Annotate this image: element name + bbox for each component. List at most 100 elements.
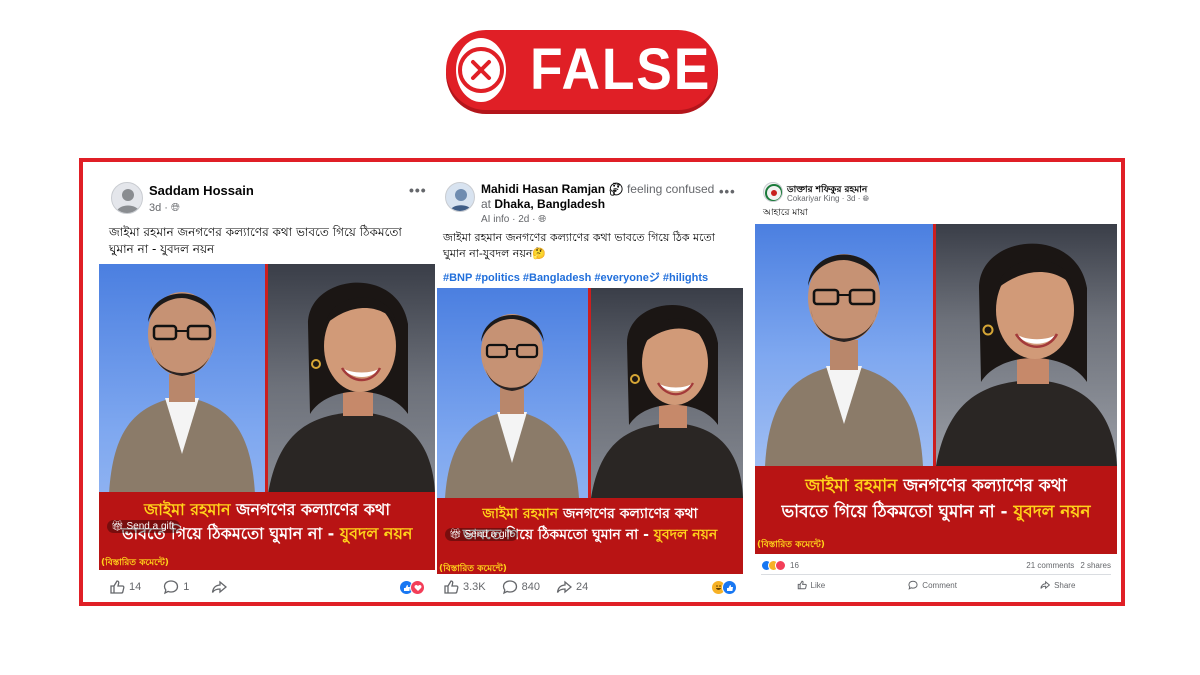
comment-icon xyxy=(908,580,918,590)
like-label: Like xyxy=(810,580,826,590)
details-note: (বিস্তারিত কমেন্টে) xyxy=(757,540,825,550)
time-label[interactable]: 2d xyxy=(518,214,529,225)
reactions[interactable] xyxy=(711,580,737,595)
like-icon xyxy=(797,580,807,590)
action-bar: 14 1 xyxy=(99,576,435,598)
post-text: জাইমা রহমান জনগণের কল্যাণের কথা ভাবতে গি… xyxy=(109,225,402,257)
share-button[interactable]: Share xyxy=(1040,580,1075,590)
share-icon xyxy=(1040,580,1051,590)
send-gift-button[interactable]: 🎁︎ Send a gift xyxy=(107,520,181,533)
post-doctor-shafiqur-rahman: ডাক্তার শফিকুর রহমান Cokariyar King · 3d… xyxy=(755,174,1117,602)
share-icon xyxy=(212,580,228,594)
details-note: (বিস্তারিত কমেন্টে) xyxy=(439,564,507,574)
action-bar: 3.3K 840 24 xyxy=(435,576,745,598)
author-line: Mahidi Hasan Ramjan 🤔︎ feeling confused xyxy=(481,182,714,196)
time-label: 3d xyxy=(149,202,162,214)
like-icon xyxy=(110,580,125,594)
post-time[interactable]: 3d · 🌐︎ xyxy=(149,202,180,215)
more-options-icon[interactable]: ••• xyxy=(409,182,427,198)
post-text: আহারে মায়া xyxy=(763,208,808,218)
comment-button[interactable]: Comment xyxy=(908,580,957,590)
location-link[interactable]: Dhaka, Bangladesh xyxy=(494,197,605,211)
like-count: 14 xyxy=(129,581,142,593)
like-count: 3.3K xyxy=(463,581,486,593)
woman-photo xyxy=(936,224,1117,466)
gift-icon: 🎁︎ xyxy=(449,529,462,540)
time-label[interactable]: 3d xyxy=(847,194,856,203)
reactions[interactable] xyxy=(761,559,786,571)
caption-text: জনগণের কল্যাণের কথা xyxy=(230,500,391,519)
caption-highlight-2: যুবদল নয়ন xyxy=(339,524,413,543)
post-image[interactable]: জাইমা রহমান জনগণের কল্যাণের কথা ভাবতে গি… xyxy=(755,224,1117,554)
hashtags[interactable]: #BNP #politics #Bangladesh #everyoneジ #h… xyxy=(443,269,708,285)
badge-label: FALSE xyxy=(530,37,712,102)
send-gift-button[interactable]: 🎁︎ Send a gift xyxy=(445,528,519,541)
caption-highlight: জাইমা রহমান xyxy=(143,500,231,519)
like-button[interactable]: 14 xyxy=(109,579,141,595)
x-circle-icon xyxy=(456,38,506,102)
caption-text-2: ভাবতে গিয়ে ঠিকমতো ঘুমান না - xyxy=(781,501,1014,522)
false-badge: FALSE xyxy=(446,30,718,110)
caption-highlight-2: যুবদল নয়ন xyxy=(1013,501,1091,522)
post-saddam-hossain: Saddam Hossain 3d · 🌐︎ ••• জাইমা রহমান জ… xyxy=(99,172,435,602)
shares-count[interactable]: 2 shares xyxy=(1080,561,1111,570)
author-name[interactable]: Saddam Hossain xyxy=(149,183,254,198)
gift-label: Send a gift xyxy=(464,529,513,540)
love-reaction-icon xyxy=(410,580,425,595)
comment-label: Comment xyxy=(922,580,957,590)
caption-text: জনগণের কল্যাণের কথা xyxy=(897,476,1067,496)
comment-count: 1 xyxy=(183,581,190,593)
screenshots-frame: Saddam Hossain 3d · 🌐︎ ••• জাইমা রহমান জ… xyxy=(79,158,1125,606)
post-meta: Cokariyar King · 3d · 🌐︎ xyxy=(787,194,869,203)
like-button[interactable]: 3.3K xyxy=(443,579,486,595)
feeling-text: feeling confused xyxy=(623,182,715,196)
share-count: 24 xyxy=(576,581,589,593)
love-reaction-icon xyxy=(775,559,786,571)
like-icon xyxy=(444,580,459,594)
share-button[interactable]: 24 xyxy=(556,579,588,595)
post-text: জাইমা রহমান জনগণের কল্যাণের কথা ভাবতে গি… xyxy=(443,231,715,260)
caption-highlight: জাইমা রহমান xyxy=(482,506,559,522)
post-mahidi-hasan-ramjan: Mahidi Hasan Ramjan 🤔︎ feeling confused … xyxy=(435,172,745,602)
fact-check-graphic: FALSE Saddam Hossain 3d · 🌐︎ ••• জাইমা র… xyxy=(0,0,1200,675)
gift-icon: 🎁︎ xyxy=(111,521,124,532)
ai-info-link[interactable]: AI info xyxy=(481,214,509,225)
avatar[interactable] xyxy=(763,182,783,202)
group-name[interactable]: Cokariyar King xyxy=(787,194,839,203)
confused-emoji-icon: 🤔︎ xyxy=(608,182,624,196)
post-image[interactable]: জাইমা রহমান জনগণের কল্যাণের কথা ভাবতে গি… xyxy=(99,264,435,570)
caption-highlight: জাইমা রহমান xyxy=(805,476,898,496)
share-label: Share xyxy=(1054,580,1076,590)
share-icon xyxy=(556,580,572,594)
comment-count: 840 xyxy=(521,581,540,593)
location-prefix: at xyxy=(481,197,495,211)
reactions[interactable] xyxy=(399,580,425,595)
share-button[interactable] xyxy=(211,579,228,595)
author-name[interactable]: Mahidi Hasan Ramjan xyxy=(481,182,605,196)
location-line: at Dhaka, Bangladesh xyxy=(481,197,605,211)
post-meta: AI info · 2d · 🌐︎ xyxy=(481,214,547,225)
more-options-icon[interactable]: ••• xyxy=(719,184,736,199)
caption-text: জনগণের কল্যাণের কথা xyxy=(558,506,698,522)
gift-label: Send a gift xyxy=(126,521,175,532)
comments-count[interactable]: 21 comments xyxy=(1026,561,1074,570)
like-reaction-icon xyxy=(722,580,737,595)
like-button[interactable]: Like xyxy=(797,580,826,590)
globe-icon: 🌐︎ xyxy=(171,202,180,214)
post-image[interactable]: জাইমা রহমান জনগণের কল্যাণের কথা ভাবতে গি… xyxy=(437,288,743,574)
comment-button[interactable]: 1 xyxy=(163,579,189,595)
avatar[interactable] xyxy=(111,182,143,214)
comment-icon xyxy=(502,580,517,595)
globe-icon: 🌐︎ xyxy=(538,214,547,225)
caption-highlight-2: যুবদল নয়ন xyxy=(653,527,718,543)
details-note: (বিস্তারিত কমেন্টে) xyxy=(101,558,169,568)
man-photo xyxy=(755,224,933,466)
reaction-summary: 16 21 comments 2 shares xyxy=(755,558,1117,572)
reaction-count: 16 xyxy=(790,560,799,570)
comment-button[interactable]: 840 xyxy=(502,579,540,595)
globe-icon: 🌐︎ xyxy=(862,194,869,203)
avatar[interactable] xyxy=(445,182,475,212)
comment-icon xyxy=(164,580,179,595)
action-bar: Like Comment Share xyxy=(755,577,1117,593)
action-divider xyxy=(761,574,1111,575)
